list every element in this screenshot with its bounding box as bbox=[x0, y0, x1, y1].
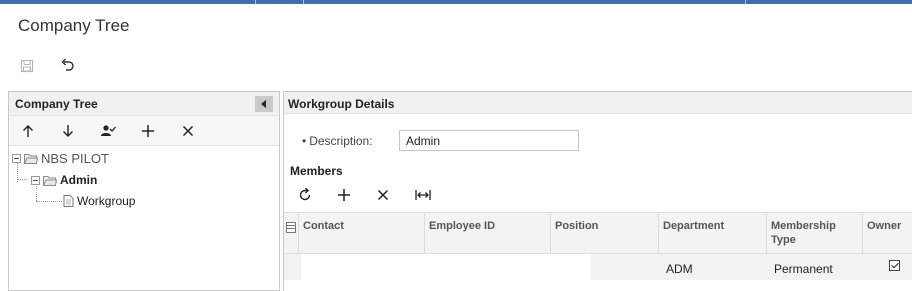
description-label: • Description: bbox=[302, 134, 373, 148]
members-title: Members bbox=[290, 164, 343, 178]
collapse-toggle-icon[interactable] bbox=[31, 175, 40, 185]
required-marker: • bbox=[302, 134, 307, 148]
add-icon bbox=[142, 125, 154, 137]
column-header-employee-id[interactable]: Employee ID bbox=[424, 213, 550, 255]
move-up-button[interactable] bbox=[18, 121, 38, 141]
add-node-button[interactable] bbox=[138, 121, 158, 141]
document-icon bbox=[63, 195, 74, 207]
folder-open-icon bbox=[43, 175, 57, 186]
column-header-position[interactable]: Position bbox=[550, 213, 658, 255]
cell-department[interactable]: ADM bbox=[666, 262, 693, 276]
delete-icon bbox=[182, 125, 194, 137]
collapse-panel-button[interactable] bbox=[255, 96, 273, 112]
tree-node-admin[interactable]: Admin bbox=[31, 172, 97, 188]
fit-columns-icon bbox=[415, 190, 431, 200]
delete-node-button[interactable] bbox=[178, 121, 198, 141]
grid-settings-icon bbox=[286, 222, 296, 233]
move-up-icon bbox=[23, 125, 33, 137]
owner-checkbox[interactable] bbox=[889, 260, 900, 271]
column-settings-button[interactable] bbox=[286, 220, 296, 238]
workgroup-details-header: Workgroup Details bbox=[284, 92, 912, 114]
refresh-icon bbox=[299, 188, 311, 201]
add-icon bbox=[338, 189, 350, 201]
undo-button[interactable] bbox=[57, 55, 77, 75]
description-field[interactable] bbox=[399, 130, 579, 151]
tree-node-nbs-pilot[interactable]: NBS PILOT bbox=[12, 150, 109, 166]
refresh-button[interactable] bbox=[295, 185, 315, 205]
folder-open-icon bbox=[24, 153, 38, 164]
delete-member-button[interactable] bbox=[373, 185, 393, 205]
page-title: Company Tree bbox=[18, 16, 130, 35]
caret-left-icon bbox=[261, 100, 266, 108]
column-header-membership-type[interactable]: Membership Type bbox=[766, 213, 862, 255]
workgroup-details-title: Workgroup Details bbox=[288, 97, 395, 111]
assign-user-button[interactable] bbox=[98, 121, 118, 141]
company-tree-panel: Company Tree NBS PILOT Admin Workgroup bbox=[8, 91, 280, 291]
collapse-toggle-icon[interactable] bbox=[12, 153, 21, 163]
top-nav-bar bbox=[0, 0, 912, 4]
undo-icon bbox=[61, 58, 74, 71]
workgroup-details-panel: Workgroup Details •Description: Members bbox=[283, 91, 912, 291]
tree-node-label: NBS PILOT bbox=[41, 150, 109, 166]
tree-node-workgroup[interactable]: Workgroup bbox=[63, 193, 135, 209]
row-blank-area bbox=[301, 254, 591, 280]
fit-columns-button[interactable] bbox=[413, 185, 433, 205]
save-button[interactable] bbox=[17, 56, 37, 76]
delete-icon bbox=[377, 189, 389, 201]
tree-node-label: Admin bbox=[60, 173, 98, 187]
column-header-contact[interactable]: Contact bbox=[298, 213, 424, 255]
grid-header-row: Contact Employee ID Position Department … bbox=[284, 212, 912, 255]
table-row[interactable]: ADM Permanent bbox=[284, 254, 912, 280]
tree-node-label: Workgroup bbox=[77, 194, 136, 208]
members-grid: Contact Employee ID Position Department … bbox=[284, 212, 912, 280]
move-down-button[interactable] bbox=[58, 121, 78, 141]
company-tree-header: Company Tree bbox=[9, 92, 279, 116]
description-label-text: Description: bbox=[309, 134, 373, 148]
save-icon bbox=[20, 59, 34, 73]
move-down-icon bbox=[63, 125, 73, 137]
column-header-owner[interactable]: Owner bbox=[862, 213, 912, 255]
company-tree-title: Company Tree bbox=[15, 97, 98, 111]
cell-membership-type[interactable]: Permanent bbox=[774, 262, 833, 276]
tree-toolbar bbox=[9, 116, 279, 146]
add-member-button[interactable] bbox=[334, 185, 354, 205]
assign-user-icon bbox=[101, 125, 116, 136]
column-header-department[interactable]: Department bbox=[658, 213, 766, 255]
